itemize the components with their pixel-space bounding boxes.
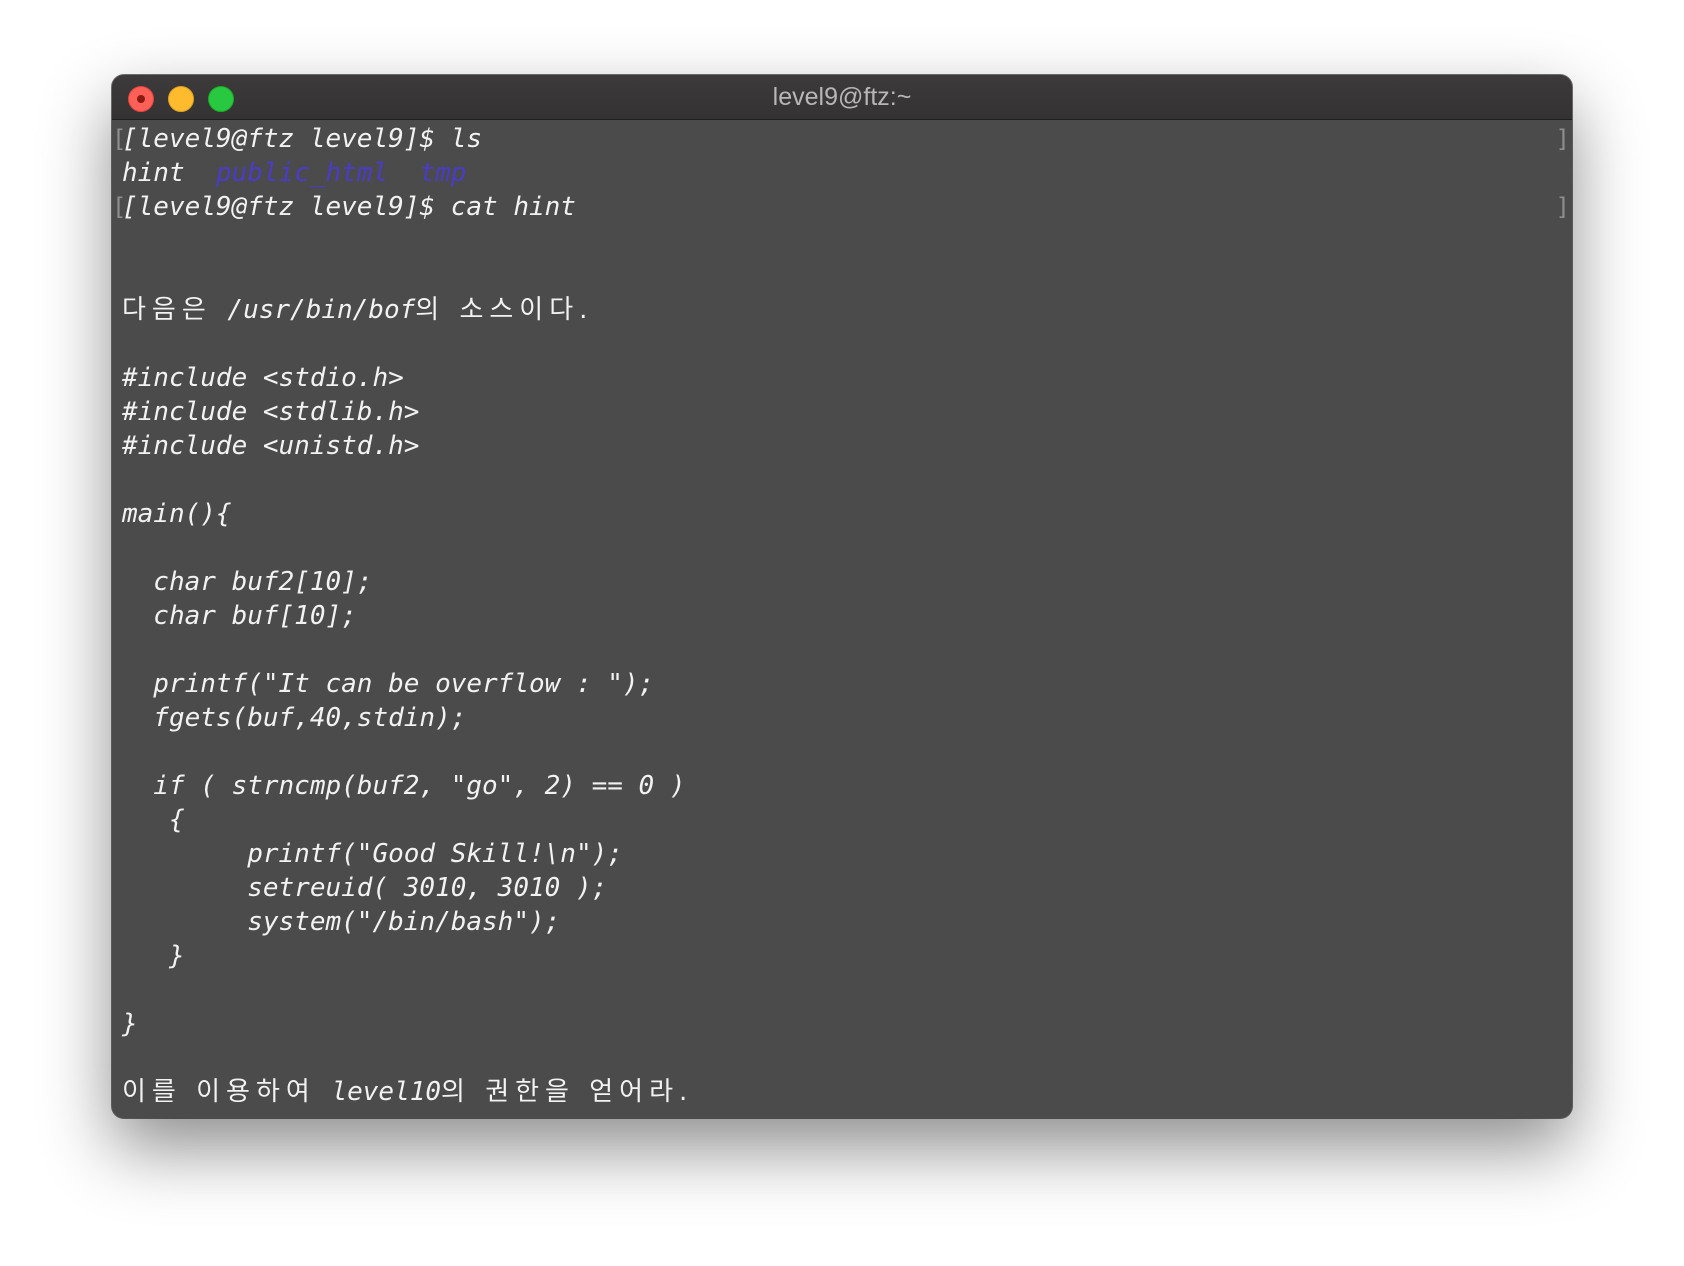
code-line: #include <stdlib.h> xyxy=(122,397,420,427)
line-marker-right: ] xyxy=(1555,125,1570,153)
hint-intro-path: /usr/bin/bof xyxy=(227,295,416,325)
code-line: printf("Good Skill!\n"); xyxy=(122,839,623,869)
code-line: } xyxy=(122,941,185,971)
code-line: setreuid( 3010, 3010 ); xyxy=(122,873,608,903)
dir-public-html: public_html xyxy=(215,158,389,188)
code-line: #include <unistd.h> xyxy=(122,431,420,461)
code-line: #include <stdio.h> xyxy=(122,363,404,393)
hint-intro-kr1: 다음은 xyxy=(122,295,212,325)
code-line: char buf[10]; xyxy=(122,601,357,631)
code-line: fgets(buf,40,stdin); xyxy=(122,703,467,733)
file-hint: hint xyxy=(122,158,185,188)
terminal-window: level9@ftz:~ [ ] [level9@ftz level9]$ ls… xyxy=(112,75,1572,1118)
hint-outro-level: level10 xyxy=(331,1077,442,1107)
title-bar[interactable]: level9@ftz:~ xyxy=(112,75,1572,120)
code-line: { xyxy=(122,805,185,835)
code-line: main(){ xyxy=(122,499,232,529)
hint-intro-kr2: 의 소스이다. xyxy=(415,295,594,325)
line-marker-right: ] xyxy=(1555,193,1570,221)
dir-tmp: tmp xyxy=(419,158,467,188)
window-title: level9@ftz:~ xyxy=(772,83,912,111)
command-line-2: [level9@ftz level9]$ cat hint xyxy=(122,192,576,222)
hint-outro-kr1: 이를 이용하여 xyxy=(122,1077,316,1107)
code-line: char buf2[10]; xyxy=(122,567,373,597)
hint-intro: 다음은 /usr/bin/bof의 소스이다. xyxy=(122,293,593,327)
code-line: } xyxy=(122,1009,138,1039)
ls-output: hint public_html tmp xyxy=(122,156,466,190)
hint-outro-kr2: 의 권한을 얻어라. xyxy=(441,1077,694,1107)
code-line: printf("It can be overflow : "); xyxy=(122,669,655,699)
hint-outro: 이를 이용하여 level10의 권한을 얻어라. xyxy=(122,1075,693,1109)
terminal-content[interactable]: [ ] [level9@ftz level9]$ ls hint public_… xyxy=(112,120,1572,1118)
code-line: system("/bin/bash"); xyxy=(122,907,561,937)
code-line: if ( strncmp(buf2, "go", 2) == 0 ) xyxy=(122,771,686,801)
command-line-1: [level9@ftz level9]$ ls xyxy=(122,124,483,154)
